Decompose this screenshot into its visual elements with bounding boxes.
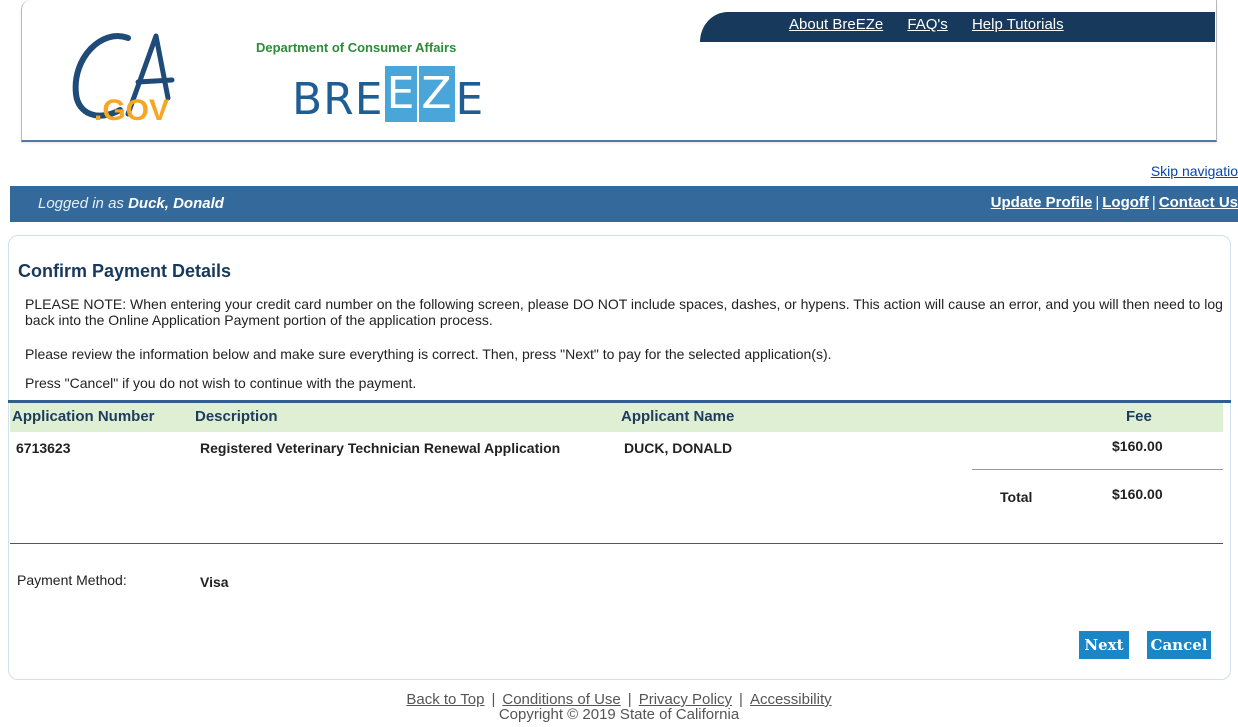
separator: | [1095,194,1100,211]
col-fee: Fee [1126,408,1152,425]
col-description: Description [195,408,278,425]
payment-method-value: Visa [200,574,229,590]
back-to-top-link[interactable]: Back to Top [406,691,484,708]
footer: Back to Top | Conditions of Use | Privacy Po… [0,692,1238,722]
section-divider [10,543,1223,544]
ca-gov-logo[interactable]: .GOV [62,32,212,124]
col-application-number: Application Number [12,408,155,425]
review-instructions: Please review the information below and … [25,346,832,362]
cancel-button[interactable]: Cancel [1147,631,1211,659]
separator: | [1151,194,1156,211]
cancel-instructions: Press "Cancel" if you do not wish to con… [25,375,417,391]
footer-links: Back to Top | Conditions of Use | Privacy Po… [0,692,1238,707]
page-title: Confirm Payment Details [18,261,232,281]
fee-divider [972,469,1223,470]
user-bar: Logged in as Duck, Donald Update Profile… [10,186,1238,222]
update-profile-link[interactable]: Update Profile [991,194,1093,211]
applicant-name: DUCK, DONALD [624,440,733,456]
department-name: Department of Consumer Affairs [256,40,457,55]
copyright: Copyright © 2019 State of California [498,706,740,723]
credit-card-note: PLEASE NOTE: When entering your credit c… [25,296,1223,328]
next-button[interactable]: Next [1079,631,1129,659]
account-links: Update Profile | Logoff | Contact Us [991,194,1238,211]
application-description: Registered Veterinary Technician Renewal… [200,440,561,456]
logged-in-status: Logged in as Duck, Donald [38,195,224,212]
col-applicant-name: Applicant Name [621,408,735,425]
total-label: Total [1000,489,1033,505]
contact-us-link[interactable]: Contact Us [1159,194,1238,211]
ca-gov-text: .GOV [94,94,169,124]
logged-in-label: Logged in as [38,195,124,212]
about-breeze-link[interactable]: About BreEZe [789,16,883,33]
table-header-row [10,403,1223,432]
application-fee: $160.00 [1112,438,1163,454]
top-nav-links: About BreEZe FAQ's Help Tutorials [789,16,1084,33]
separator: | [739,691,743,708]
breeze-logo: BRE E Z E [292,62,484,122]
breeze-logo-box-z: Z [419,66,455,122]
skip-navigation-link[interactable]: Skip navigatio [1151,163,1238,179]
faqs-link[interactable]: FAQ's [907,16,947,33]
total-value: $160.00 [1112,486,1163,502]
breeze-logo-text-start: BRE [292,74,384,125]
separator: | [491,691,496,708]
user-name: Duck, Donald [128,195,224,212]
payment-method-label: Payment Method: [17,572,127,588]
logoff-link[interactable]: Logoff [1102,194,1149,211]
breeze-logo-text-end: E [455,74,485,125]
accessibility-link[interactable]: Accessibility [750,691,832,708]
breeze-logo-box-e: E [384,66,418,122]
application-number: 6713623 [16,440,71,456]
help-tutorials-link[interactable]: Help Tutorials [972,16,1064,33]
